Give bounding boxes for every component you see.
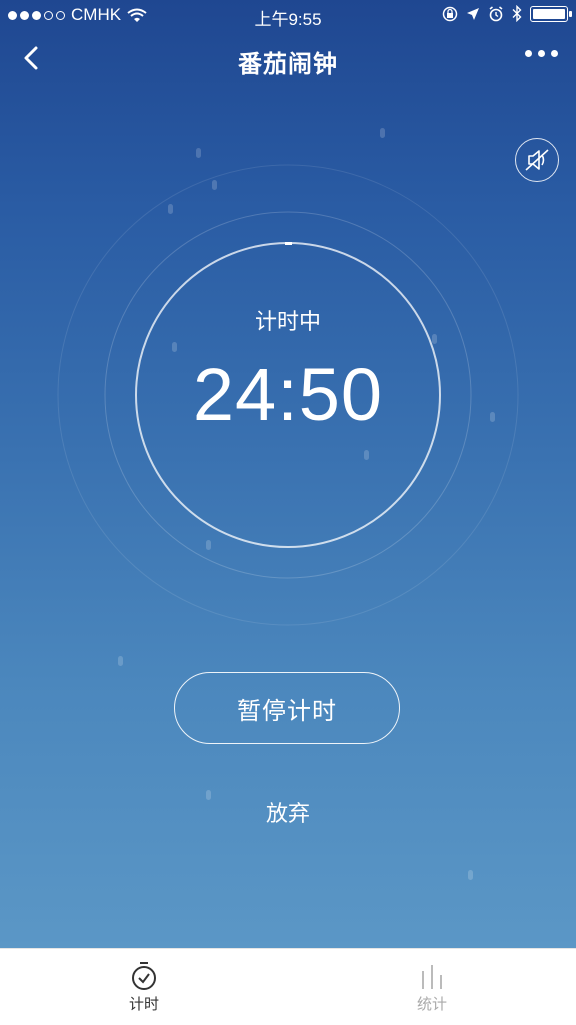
progress-marker	[285, 242, 292, 245]
tab-bar: 计时 统计	[0, 948, 576, 1025]
timer-display: 24:50	[192, 353, 384, 436]
timer-screen: CMHK 上午9:55 番茄闹钟 计时中 24:50 暂停计时 放弃	[0, 0, 576, 948]
tab-timer-label: 计时	[128, 996, 159, 1013]
pause-timer-button[interactable]: 暂停计时	[174, 672, 400, 744]
stopwatch-icon	[132, 962, 156, 990]
tab-stats[interactable]: 统计	[372, 961, 492, 1014]
tab-stats-label: 统计	[416, 996, 447, 1013]
bar-chart-icon	[422, 965, 442, 989]
timer-state-label: 计时中	[254, 309, 321, 334]
give-up-button[interactable]: 放弃	[238, 796, 338, 828]
tab-timer[interactable]: 计时	[84, 961, 204, 1014]
